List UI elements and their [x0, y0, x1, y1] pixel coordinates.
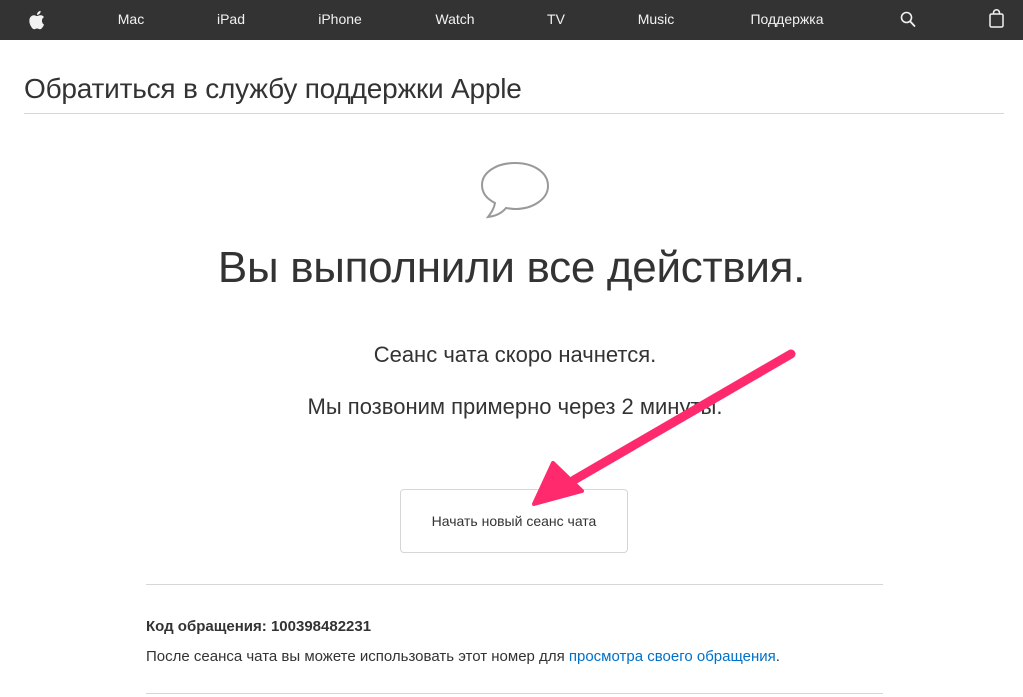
- start-new-chat-button[interactable]: Начать новый сеанс чата: [400, 489, 628, 553]
- case-note-text: После сеанса чата вы можете использовать…: [146, 648, 569, 665]
- case-id-value: 100398482231: [270, 618, 372, 635]
- nav-item-tv[interactable]: TV: [547, 0, 565, 40]
- nav-item-mac[interactable]: Mac: [118, 0, 144, 40]
- title-divider: [24, 113, 1004, 114]
- chat-bubble-icon: [480, 161, 550, 219]
- nav-item-support[interactable]: Поддержка: [750, 0, 823, 40]
- shopping-bag-icon[interactable]: [989, 9, 1004, 28]
- section-divider: [146, 584, 883, 585]
- nav-item-ipad[interactable]: iPad: [217, 0, 245, 40]
- callback-time-text: Мы позвоним примерно через 2 минуты.: [307, 394, 723, 419]
- view-case-link[interactable]: просмотра своего обращения: [569, 648, 776, 665]
- case-note-end: .: [775, 648, 780, 665]
- apple-logo-icon[interactable]: [26, 9, 46, 31]
- nav-item-watch[interactable]: Watch: [435, 0, 474, 40]
- case-id-label: Код обращения:: [146, 618, 267, 635]
- section-divider-bottom: [146, 693, 883, 694]
- nav-item-iphone[interactable]: iPhone: [318, 0, 362, 40]
- chat-start-text: Сеанс чата скоро начнется.: [373, 342, 657, 367]
- global-nav: Mac iPad iPhone Watch TV Music Поддержка: [0, 0, 1023, 40]
- search-icon[interactable]: [900, 11, 916, 28]
- case-note: После сеанса чата вы можете использовать…: [146, 648, 780, 665]
- page-title: Обратиться в службу поддержки Apple: [24, 73, 522, 104]
- case-id-line: Код обращения: 100398482231: [146, 618, 371, 635]
- confirmation-headline: Вы выполнили все действия.: [217, 243, 806, 292]
- nav-item-music[interactable]: Music: [638, 0, 675, 40]
